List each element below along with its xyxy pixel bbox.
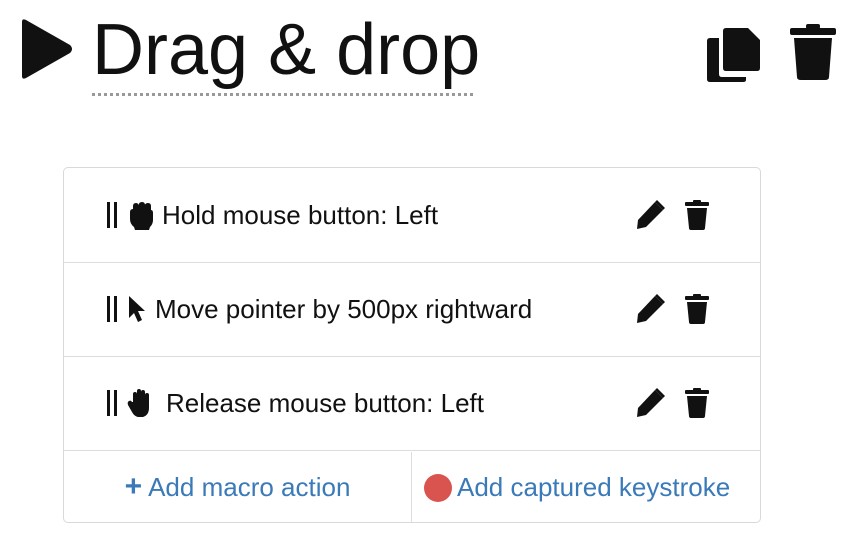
action-row[interactable]: Release mouse button: Left xyxy=(64,356,760,451)
macro-page: Drag & drop Hold mouse button: Left Move… xyxy=(0,0,852,550)
drag-handle-icon[interactable] xyxy=(106,296,118,322)
delete-action-icon[interactable] xyxy=(685,294,709,324)
macro-actions-card: Hold mouse button: Left Move pointer by … xyxy=(63,167,761,523)
delete-action-icon[interactable] xyxy=(685,388,709,418)
play-icon[interactable] xyxy=(18,18,74,80)
trash-icon[interactable] xyxy=(790,24,836,80)
mouse-pointer-icon xyxy=(129,296,145,322)
action-label: Move pointer by 500px rightward xyxy=(155,294,533,324)
add-captured-keystroke-button[interactable]: Add captured keystroke xyxy=(412,452,760,522)
action-label: Release mouse button: Left xyxy=(166,388,484,418)
drag-handle-icon[interactable] xyxy=(106,390,118,416)
hand-open-icon xyxy=(127,389,149,417)
edit-icon[interactable] xyxy=(635,388,665,418)
plus-icon: + xyxy=(124,470,143,503)
edit-icon[interactable] xyxy=(635,294,665,324)
drag-handle-icon[interactable] xyxy=(106,202,118,228)
action-label: Hold mouse button: Left xyxy=(162,200,439,230)
add-macro-action-button[interactable]: + Add macro action xyxy=(64,452,412,522)
title-underline xyxy=(92,93,473,96)
edit-icon[interactable] xyxy=(635,200,665,230)
action-row[interactable]: Hold mouse button: Left xyxy=(64,168,760,263)
add-captured-keystroke-label: Add captured keystroke xyxy=(457,472,731,502)
add-macro-action-label: Add macro action xyxy=(148,472,351,502)
macro-title[interactable]: Drag & drop xyxy=(92,6,480,94)
hand-grab-icon xyxy=(130,202,153,230)
record-icon xyxy=(424,474,452,502)
copy-icon[interactable] xyxy=(706,26,762,82)
action-row[interactable]: Move pointer by 500px rightward xyxy=(64,262,760,357)
card-footer: + Add macro action Add captured keystroke xyxy=(64,452,760,522)
delete-action-icon[interactable] xyxy=(685,200,709,230)
